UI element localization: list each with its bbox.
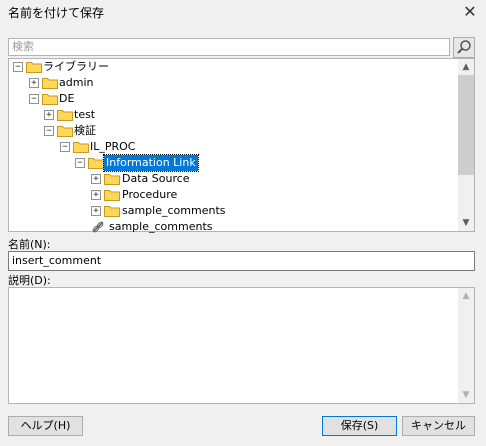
tree-item-label: DE: [59, 92, 75, 105]
expand-icon[interactable]: +: [44, 110, 54, 120]
description-textarea[interactable]: [8, 287, 475, 404]
search-input[interactable]: 検索: [8, 38, 450, 56]
folder-icon: [42, 78, 58, 89]
expand-icon[interactable]: +: [91, 174, 101, 184]
tree-item-label: Data Source: [122, 172, 190, 185]
folder-icon: [57, 110, 73, 121]
cancel-button[interactable]: キャンセル: [402, 416, 475, 436]
description-scrollbar[interactable]: [458, 288, 474, 403]
tree-item-label: Procedure: [122, 188, 178, 201]
tree-scrollbar-thumb[interactable]: [458, 75, 474, 175]
tree-item-label: 検証: [74, 124, 96, 137]
save-button[interactable]: 保存(S): [322, 416, 397, 436]
search-button[interactable]: [453, 37, 475, 58]
folder-icon: [104, 206, 120, 217]
scroll-down-arrow-icon[interactable]: ▼: [458, 215, 474, 231]
description-label: 説明(D):: [8, 274, 51, 287]
folder-icon: [73, 142, 89, 153]
collapse-icon[interactable]: −: [13, 62, 23, 72]
close-icon[interactable]: ✕: [462, 4, 478, 20]
folder-icon: [26, 62, 42, 73]
collapse-icon[interactable]: −: [44, 126, 54, 136]
collapse-icon[interactable]: −: [75, 158, 85, 168]
tree-item-label: test: [74, 108, 96, 121]
dialog-title: 名前を付けて保存: [8, 6, 105, 20]
expand-icon[interactable]: +: [91, 190, 101, 200]
tree-item-label: sample_comments: [122, 204, 226, 217]
folder-icon: [104, 174, 120, 185]
expand-icon[interactable]: +: [91, 206, 101, 216]
name-input[interactable]: insert_comment: [8, 251, 475, 271]
folder-open-icon: [88, 158, 104, 169]
search-icon: [457, 40, 471, 54]
scroll-up-arrow-icon[interactable]: ▲: [458, 288, 474, 304]
help-button[interactable]: ヘルプ(H): [8, 416, 83, 436]
collapse-icon[interactable]: −: [29, 94, 39, 104]
collapse-icon[interactable]: −: [60, 142, 70, 152]
scroll-down-arrow-icon[interactable]: ▼: [458, 387, 474, 403]
name-label: 名前(N):: [8, 238, 51, 251]
tree-item-label: ライブラリー: [43, 60, 109, 73]
folder-icon: [104, 190, 120, 201]
information-link-icon: [92, 221, 104, 233]
expand-icon[interactable]: +: [29, 78, 39, 88]
folder-icon: [57, 126, 73, 137]
scroll-up-arrow-icon[interactable]: ▲: [458, 59, 474, 75]
tree-item-label: admin: [59, 76, 94, 89]
tree-item-label: IL_PROC: [90, 140, 136, 153]
tree-item-label-selected: Information Link: [103, 154, 199, 172]
folder-icon: [42, 94, 58, 105]
tree-item-label: sample_comments: [109, 220, 213, 233]
